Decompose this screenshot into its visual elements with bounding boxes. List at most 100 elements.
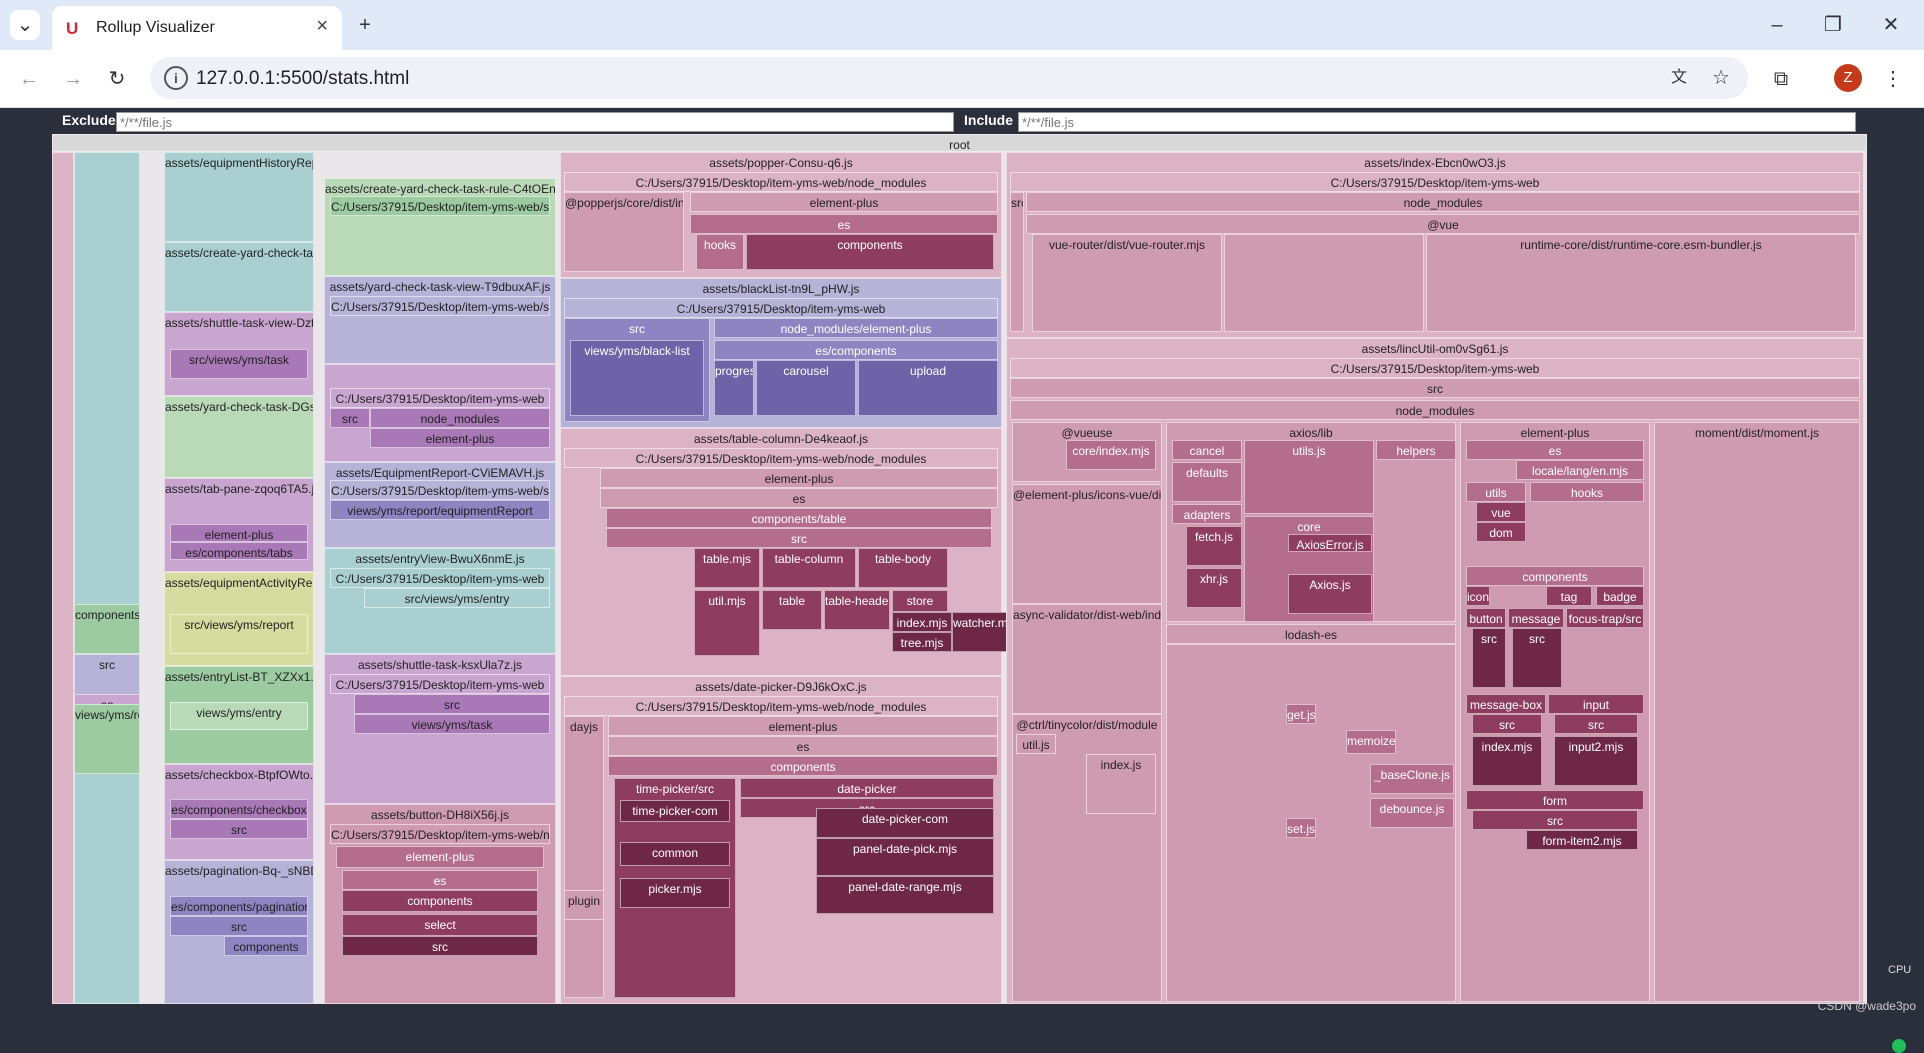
node-table-nm[interactable]: C:/Users/37915/Desktop/item-yms-web/node… — [564, 448, 998, 468]
restore-icon[interactable]: ❐ — [1818, 10, 1848, 40]
node-index-src[interactable]: src — [1010, 192, 1024, 332]
node-vue-router[interactable]: vue-router/dist/vue-router.mjs — [1032, 234, 1222, 332]
node-ep-button[interactable]: button — [1466, 608, 1506, 628]
node-entry[interactable]: views/yms/entry — [170, 702, 308, 730]
node-task[interactable]: src/views/yms/task — [170, 349, 308, 379]
node-button-comp[interactable]: components — [342, 890, 538, 912]
node-xhr[interactable]: xhr.js — [1186, 568, 1242, 608]
node-focus-trap[interactable]: focus-trap/src — [1566, 608, 1644, 628]
node-table-ep[interactable]: element-plus — [600, 468, 998, 488]
node-message-src[interactable]: src — [1512, 628, 1562, 688]
node-vue[interactable]: @vue — [1026, 214, 1860, 234]
chunk-yard-check-task[interactable]: assets/yard-check-task-DGssh8fh.js — [164, 396, 314, 478]
node-axios-error[interactable]: AxiosError.js — [1288, 534, 1372, 552]
url-text[interactable]: 127.0.0.1:5500/stats.html — [196, 68, 409, 90]
node-time-picker-com[interactable]: time-picker-com — [620, 800, 730, 822]
node-input[interactable]: input — [1548, 694, 1644, 714]
node-table-column-mjs[interactable]: table-column — [762, 548, 856, 588]
close-tab-icon[interactable]: × — [316, 15, 328, 38]
extensions-icon[interactable]: ⧉ — [1766, 64, 1796, 94]
chunk-create-yard-check-task[interactable]: assets/create-yard-check-task-5n-SsxSp.j… — [164, 242, 314, 312]
node-helpers[interactable]: helpers — [1376, 440, 1456, 460]
node-equipment-src[interactable]: C:/Users/37915/Desktop/item-yms-web/src — [330, 480, 550, 500]
node-mb-src[interactable]: src — [1472, 714, 1542, 734]
node-shuttle-task[interactable]: views/yms/task — [354, 714, 550, 734]
node-element-plus[interactable]: element-plus — [170, 524, 308, 542]
node-panel-date-pick[interactable]: panel-date-pick.mjs — [816, 838, 994, 876]
es-node[interactable]: components/dialog — [74, 604, 140, 654]
node-button-ep[interactable]: element-plus — [336, 846, 544, 868]
node-fetch[interactable]: fetch.js — [1186, 526, 1242, 566]
node-index-mjs[interactable]: index.mjs — [892, 612, 952, 632]
node-views-reject[interactable]: views/yms/reject — [74, 704, 140, 774]
node-item-yms-web[interactable]: C:/Users/37915/Desktop/item-yms-web — [330, 388, 550, 408]
node-popper-nm[interactable]: C:/Users/37915/Desktop/item-yms-web/node… — [564, 172, 998, 192]
node-util-js[interactable]: util.js — [1016, 734, 1056, 754]
exclude-input[interactable] — [116, 112, 954, 132]
node-button-es[interactable]: es — [342, 870, 538, 890]
node-black-nm[interactable]: node_modules/element-plus — [714, 318, 998, 338]
node-table-header[interactable]: table-header — [824, 590, 890, 630]
chunk-yard-check-task-view[interactable]: assets/yard-check-task-view-T9dbuxAF.js — [324, 276, 556, 364]
node-cancel[interactable]: cancel — [1172, 440, 1242, 460]
minimize-icon[interactable]: – — [1762, 10, 1792, 40]
node-form-item2[interactable]: form-item2.mjs — [1526, 830, 1638, 850]
close-window-icon[interactable]: ✕ — [1876, 10, 1906, 40]
node-axios-js[interactable]: Axios.js — [1288, 574, 1372, 614]
node-ep-utils[interactable]: utils — [1466, 482, 1526, 502]
node-node-modules[interactable]: node_modules — [370, 408, 550, 428]
node-ep-vue[interactable]: vue — [1476, 502, 1526, 522]
node-carousel[interactable]: carousel — [756, 360, 856, 416]
node-entry-web[interactable]: C:/Users/37915/Desktop/item-yms-web — [330, 568, 550, 588]
node-equipmentReport[interactable]: views/yms/report/equipmentReport — [330, 500, 550, 520]
node-black-web[interactable]: C:/Users/37915/Desktop/item-yms-web — [564, 298, 998, 318]
node-ep-hooks[interactable]: hooks — [1530, 482, 1644, 502]
node-popper-comp[interactable]: components — [746, 234, 994, 270]
site-info-icon[interactable]: i — [164, 66, 188, 90]
node-common[interactable]: common — [620, 842, 730, 866]
new-tab-icon[interactable]: + — [350, 10, 380, 40]
node-dayjs[interactable]: dayjs — [564, 716, 604, 998]
omnibox[interactable]: i 127.0.0.1:5500/stats.html 文 ☆ — [150, 57, 1748, 99]
node-input-src[interactable]: src — [1554, 714, 1638, 734]
node-core-index[interactable]: core/index.mjs — [1066, 440, 1156, 470]
node-form[interactable]: form — [1466, 790, 1644, 810]
node-hooks[interactable]: hooks — [696, 234, 744, 270]
node-util-mjs[interactable]: util.mjs — [694, 590, 760, 656]
node-store[interactable]: store — [892, 590, 948, 612]
node-badge[interactable]: badge — [1596, 586, 1644, 606]
include-input[interactable] — [1018, 112, 1856, 132]
node-index-web[interactable]: C:/Users/37915/Desktop/item-yms-web — [1010, 172, 1860, 192]
forward-icon[interactable]: → — [58, 64, 88, 94]
node-picker-mjs[interactable]: picker.mjs — [620, 878, 730, 908]
node-table-es[interactable]: es — [600, 488, 998, 508]
translate-icon[interactable]: 文 — [1664, 63, 1694, 93]
node-button-src[interactable]: src — [1472, 628, 1506, 688]
node-async-validator[interactable]: async-validator/dist-web/index.js — [1012, 604, 1162, 714]
node-utils-js[interactable]: utils.js — [1244, 440, 1374, 514]
browser-tab[interactable]: U Rollup Visualizer × — [52, 6, 342, 50]
node-reactivity[interactable] — [1224, 234, 1424, 332]
node-task-path2[interactable]: C:/Users/37915/Desktop/item-yms-web/src/… — [330, 296, 550, 316]
node-mb-index[interactable]: index.mjs — [1472, 736, 1542, 786]
small-chunks-2[interactable] — [74, 152, 140, 1004]
node-panel-date-range[interactable]: panel-date-range.mjs — [816, 876, 994, 914]
node-popper-es[interactable]: es — [690, 214, 998, 234]
node-adapters[interactable]: adapters — [1172, 504, 1242, 524]
node-ep-components[interactable]: components — [1466, 566, 1644, 586]
node-black-list[interactable]: views/yms/black-list — [570, 340, 704, 416]
node-plugin[interactable]: plugin — [564, 890, 604, 920]
node-tinycolor-index[interactable]: index.js — [1086, 754, 1156, 814]
node-shuttle-src[interactable]: src — [354, 694, 550, 714]
node-linc-src[interactable]: src — [1010, 378, 1860, 398]
node-date-picker-com[interactable]: date-picker-com — [816, 808, 994, 838]
node-src3[interactable]: src — [330, 408, 370, 428]
node-progress[interactable]: progress — [714, 360, 754, 416]
node-linc-nm[interactable]: node_modules — [1010, 400, 1860, 420]
node-select[interactable]: select — [342, 914, 538, 936]
node-shuttle-web[interactable]: C:/Users/37915/Desktop/item-yms-web — [330, 674, 550, 694]
node-select-src[interactable]: src — [342, 936, 538, 956]
node-form-src[interactable]: src — [1472, 810, 1638, 830]
node-debounce[interactable]: debounce.js — [1370, 798, 1454, 828]
bookmark-star-icon[interactable]: ☆ — [1706, 63, 1736, 93]
